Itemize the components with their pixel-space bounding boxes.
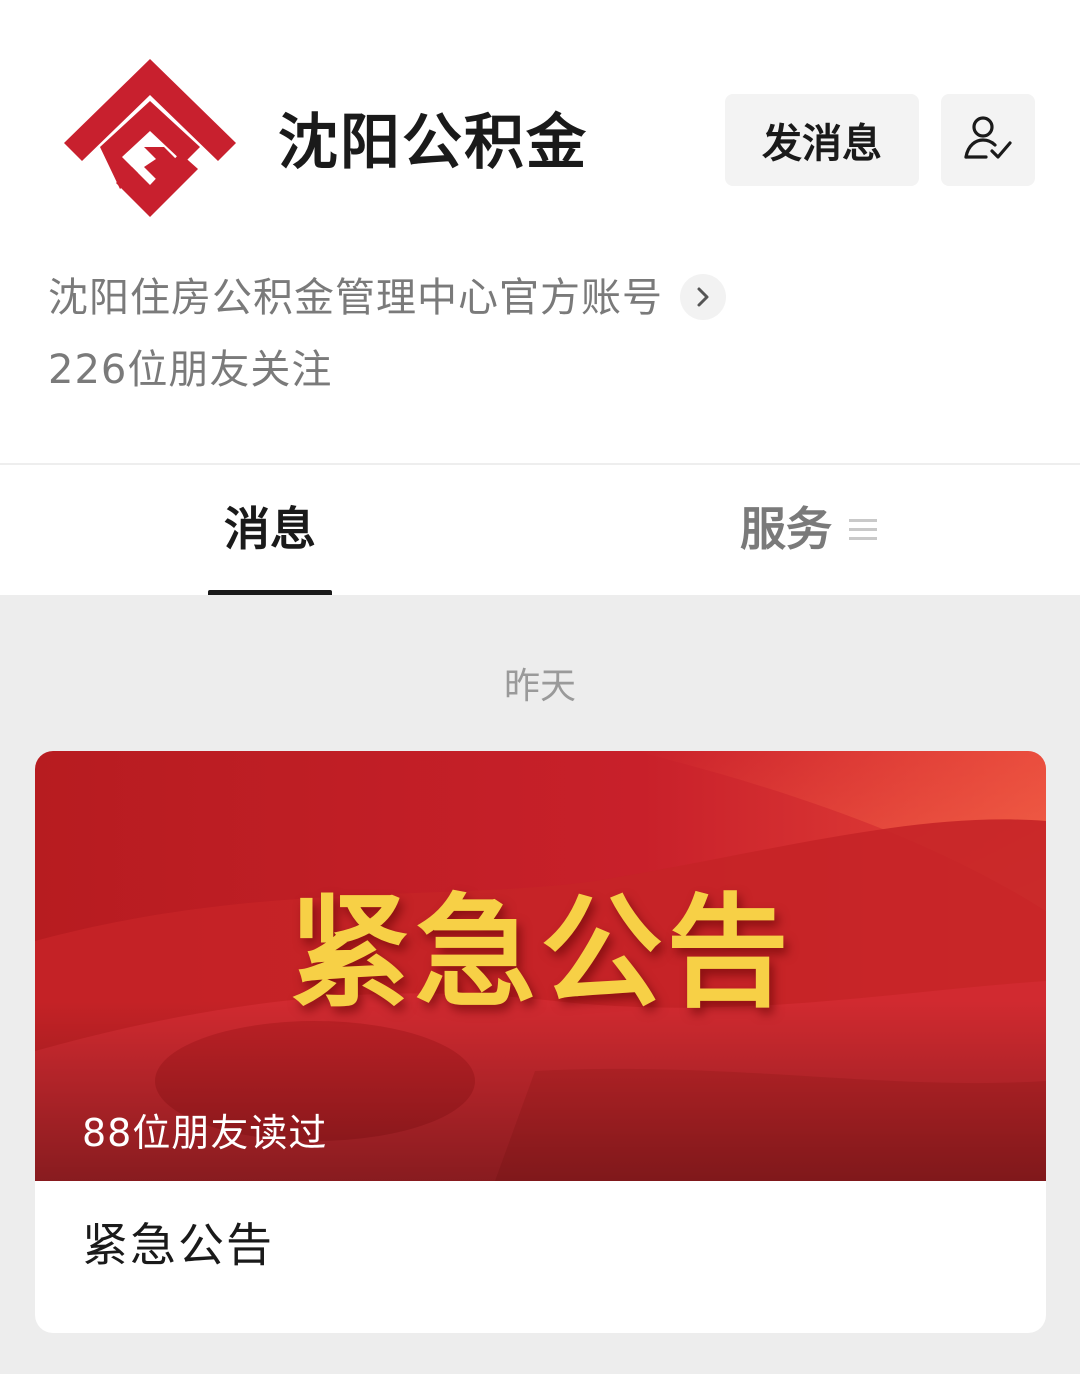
menu-lines-icon (848, 516, 878, 544)
article-title[interactable]: 紧急公告 (82, 1217, 274, 1273)
tab-services[interactable]: 服务 (740, 501, 832, 557)
date-separator: 昨天 (503, 666, 576, 707)
account-header: 沈阳公积金 发消息 沈阳住房公积金管理中心官方账号 226位朋友关注 (0, 0, 1080, 463)
send-message-button[interactable]: 发消息 (725, 94, 919, 186)
message-feed: 昨天 紧急公告 88位朋友读过 紧急公告 (0, 595, 1080, 1374)
account-name: 沈阳公积金 (278, 108, 588, 178)
tab-messages[interactable]: 消息 (208, 501, 332, 557)
official-account-page: 沈阳公积金 发消息 沈阳住房公积金管理中心官方账号 226位朋友关注 消息 服务… (0, 0, 1080, 1374)
read-count: 88位朋友读过 (82, 1111, 328, 1155)
chevron-right-icon[interactable] (680, 274, 726, 320)
banner-headline: 紧急公告 (288, 882, 793, 1024)
account-description[interactable]: 沈阳住房公积金管理中心官方账号 (48, 272, 663, 324)
article-card[interactable]: 紧急公告 88位朋友读过 紧急公告 (35, 751, 1046, 1333)
send-message-label: 发消息 (762, 121, 882, 167)
follow-button[interactable] (941, 94, 1035, 186)
tab-bar: 消息 服务 (0, 463, 1080, 597)
person-check-icon (962, 113, 1014, 167)
article-banner[interactable]: 紧急公告 88位朋友读过 (35, 751, 1046, 1181)
follower-count[interactable]: 226位朋友关注 (48, 344, 332, 396)
account-logo (60, 55, 240, 230)
